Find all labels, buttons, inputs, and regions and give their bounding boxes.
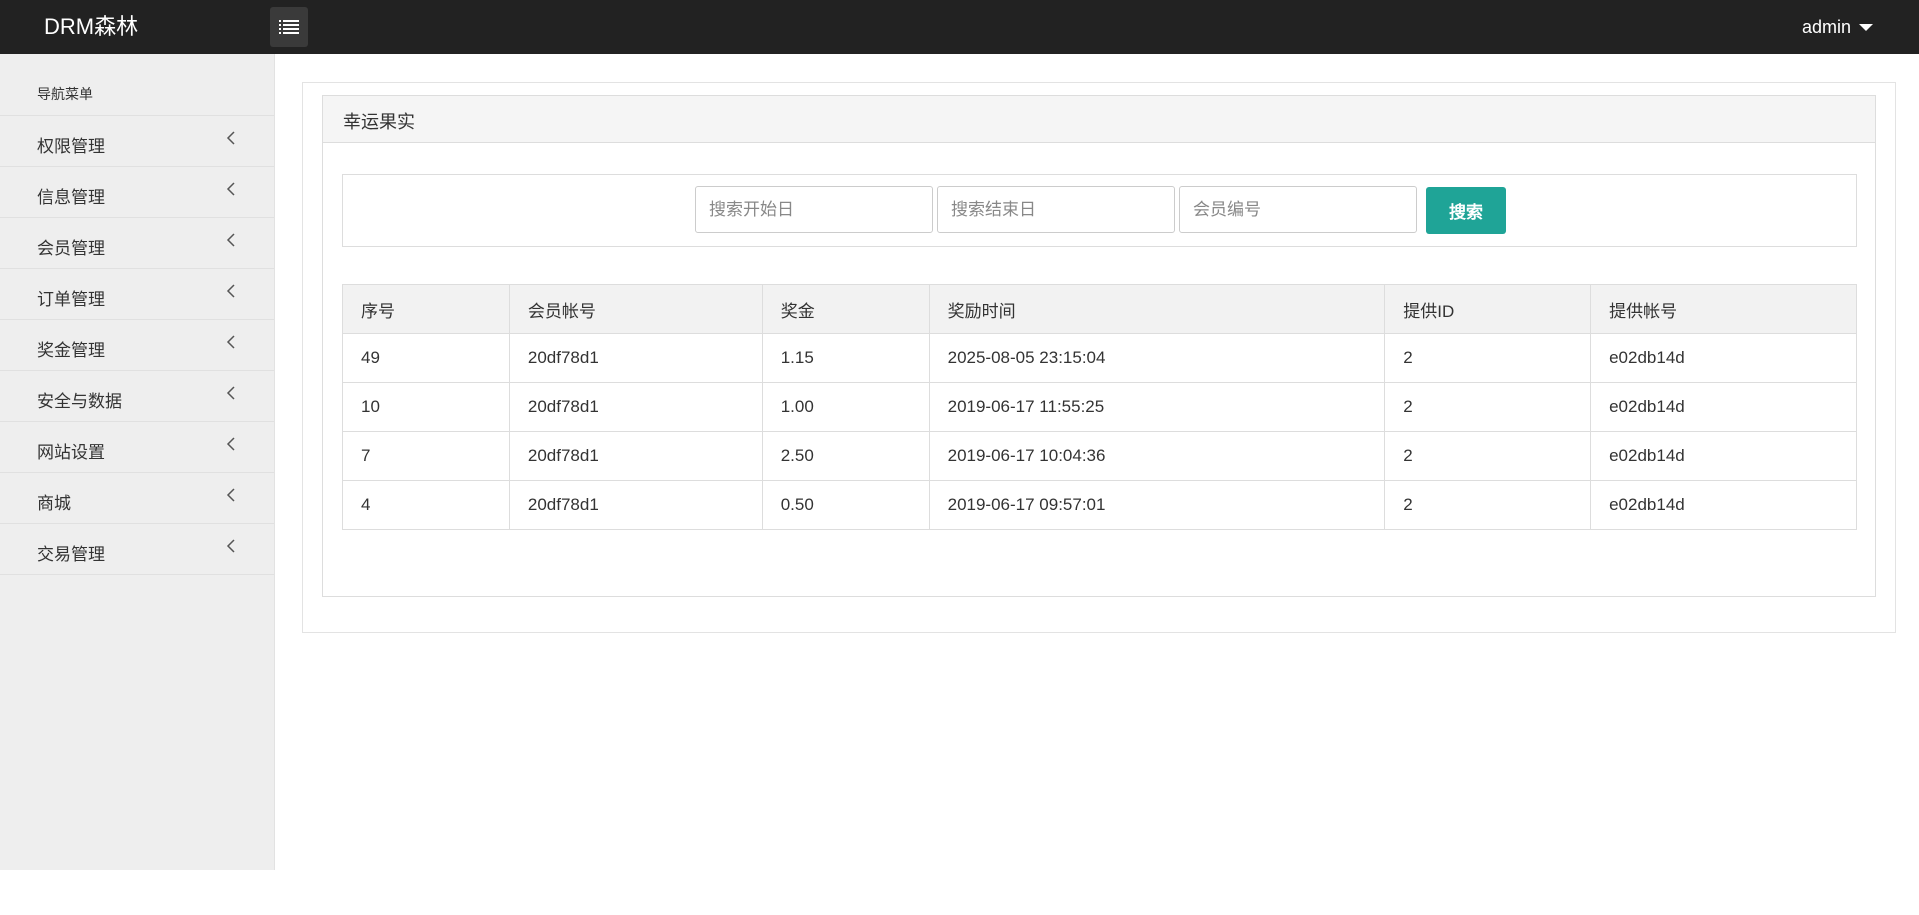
table-cell: 49 <box>342 333 510 383</box>
sidebar-item-site-settings[interactable]: 网站设置 <box>0 422 274 473</box>
panel-title: 幸运果实 <box>323 96 1875 143</box>
sidebar-title: 导航菜单 <box>0 54 274 116</box>
table-cell: 7 <box>342 431 510 481</box>
table-cell: 2019-06-17 10:04:36 <box>928 431 1386 481</box>
sidebar-item-label: 奖金管理 <box>37 341 105 360</box>
end-date-input[interactable] <box>937 186 1175 233</box>
chevron-left-icon <box>226 131 235 145</box>
sidebar-item-shop[interactable]: 商城 <box>0 473 274 524</box>
table-row: 4 20df78d1 0.50 2019-06-17 09:57:01 2 e0… <box>342 480 1857 530</box>
member-id-input[interactable] <box>1179 186 1417 233</box>
table-cell: 20df78d1 <box>508 382 763 432</box>
sidebar-item-label: 商城 <box>37 494 71 513</box>
table-row: 49 20df78d1 1.15 2025-08-05 23:15:04 2 e… <box>342 333 1857 383</box>
chevron-left-icon <box>226 335 235 349</box>
table-cell: 2019-06-17 09:57:01 <box>928 480 1386 530</box>
table-cell: 20df78d1 <box>508 480 763 530</box>
column-header-time: 奖励时间 <box>928 284 1386 334</box>
main-content: 幸运果实 搜索 序号 会员帐号 奖金 奖励时间 <box>302 82 1896 633</box>
caret-down-icon <box>1859 23 1873 31</box>
chevron-left-icon <box>226 386 235 400</box>
chevron-left-icon <box>226 233 235 247</box>
table-row: 7 20df78d1 2.50 2019-06-17 10:04:36 2 e0… <box>342 431 1857 481</box>
sidebar-item-label: 订单管理 <box>37 290 105 309</box>
chevron-left-icon <box>226 284 235 298</box>
table-cell: 20df78d1 <box>508 333 763 383</box>
sidebar-item-permissions[interactable]: 权限管理 <box>0 116 274 167</box>
column-header-index: 序号 <box>342 284 510 334</box>
sidebar-item-bonus[interactable]: 奖金管理 <box>0 320 274 371</box>
table-cell: 2019-06-17 11:55:25 <box>928 382 1386 432</box>
top-navbar: DRM森林 admin <box>0 0 1919 54</box>
sidebar-item-label: 信息管理 <box>37 188 105 207</box>
sidebar-item-label: 网站设置 <box>37 443 105 462</box>
sidebar-item-orders[interactable]: 订单管理 <box>0 269 274 320</box>
table-row: 10 20df78d1 1.00 2019-06-17 11:55:25 2 e… <box>342 382 1857 432</box>
list-icon <box>279 20 299 34</box>
sidebar-item-label: 交易管理 <box>37 545 105 564</box>
sidebar: 导航菜单 权限管理 信息管理 会员管理 订单管理 奖金管理 安全与数据 网站设置… <box>0 54 275 870</box>
table-cell: e02db14d <box>1590 382 1857 432</box>
sidebar-item-label: 安全与数据 <box>37 392 122 411</box>
table-cell: 2.50 <box>761 431 930 481</box>
search-button[interactable]: 搜索 <box>1426 187 1506 234</box>
column-header-provider-id: 提供ID <box>1384 284 1592 334</box>
table-header-row: 序号 会员帐号 奖金 奖励时间 提供ID 提供帐号 <box>342 284 1857 334</box>
column-header-account: 会员帐号 <box>508 284 763 334</box>
table-cell: 1.00 <box>761 382 930 432</box>
table-cell: 2 <box>1384 333 1592 383</box>
table-cell: 10 <box>342 382 510 432</box>
results-table: 序号 会员帐号 奖金 奖励时间 提供ID 提供帐号 49 20df78d1 1.… <box>342 284 1857 530</box>
table-cell: 2 <box>1384 431 1592 481</box>
table-cell: e02db14d <box>1590 480 1857 530</box>
table-cell: e02db14d <box>1590 333 1857 383</box>
sidebar-item-label: 会员管理 <box>37 239 105 258</box>
sidebar-item-members[interactable]: 会员管理 <box>0 218 274 269</box>
username-label: admin <box>1801 17 1851 37</box>
chevron-left-icon <box>226 182 235 196</box>
sidebar-item-security[interactable]: 安全与数据 <box>0 371 274 422</box>
menu-toggle-button[interactable] <box>270 7 308 47</box>
column-header-bonus: 奖金 <box>761 284 930 334</box>
table-cell: 2025-08-05 23:15:04 <box>928 333 1386 383</box>
table-cell: 4 <box>342 480 510 530</box>
table-cell: e02db14d <box>1590 431 1857 481</box>
chevron-left-icon <box>226 488 235 502</box>
table-cell: 2 <box>1384 382 1592 432</box>
chevron-left-icon <box>226 539 235 553</box>
start-date-input[interactable] <box>695 186 933 233</box>
table-cell: 20df78d1 <box>508 431 763 481</box>
sidebar-item-trading[interactable]: 交易管理 <box>0 524 274 575</box>
brand-logo[interactable]: DRM森林 <box>44 13 138 41</box>
lucky-fruit-panel: 幸运果实 搜索 序号 会员帐号 奖金 奖励时间 <box>322 95 1876 597</box>
column-header-provider-account: 提供帐号 <box>1590 284 1857 334</box>
table-cell: 0.50 <box>761 480 930 530</box>
user-menu[interactable]: admin <box>1802 15 1873 39</box>
sidebar-item-info[interactable]: 信息管理 <box>0 167 274 218</box>
sidebar-item-label: 权限管理 <box>37 137 105 156</box>
search-form: 搜索 <box>342 174 1857 247</box>
table-cell: 1.15 <box>761 333 930 383</box>
chevron-left-icon <box>226 437 235 451</box>
table-cell: 2 <box>1384 480 1592 530</box>
